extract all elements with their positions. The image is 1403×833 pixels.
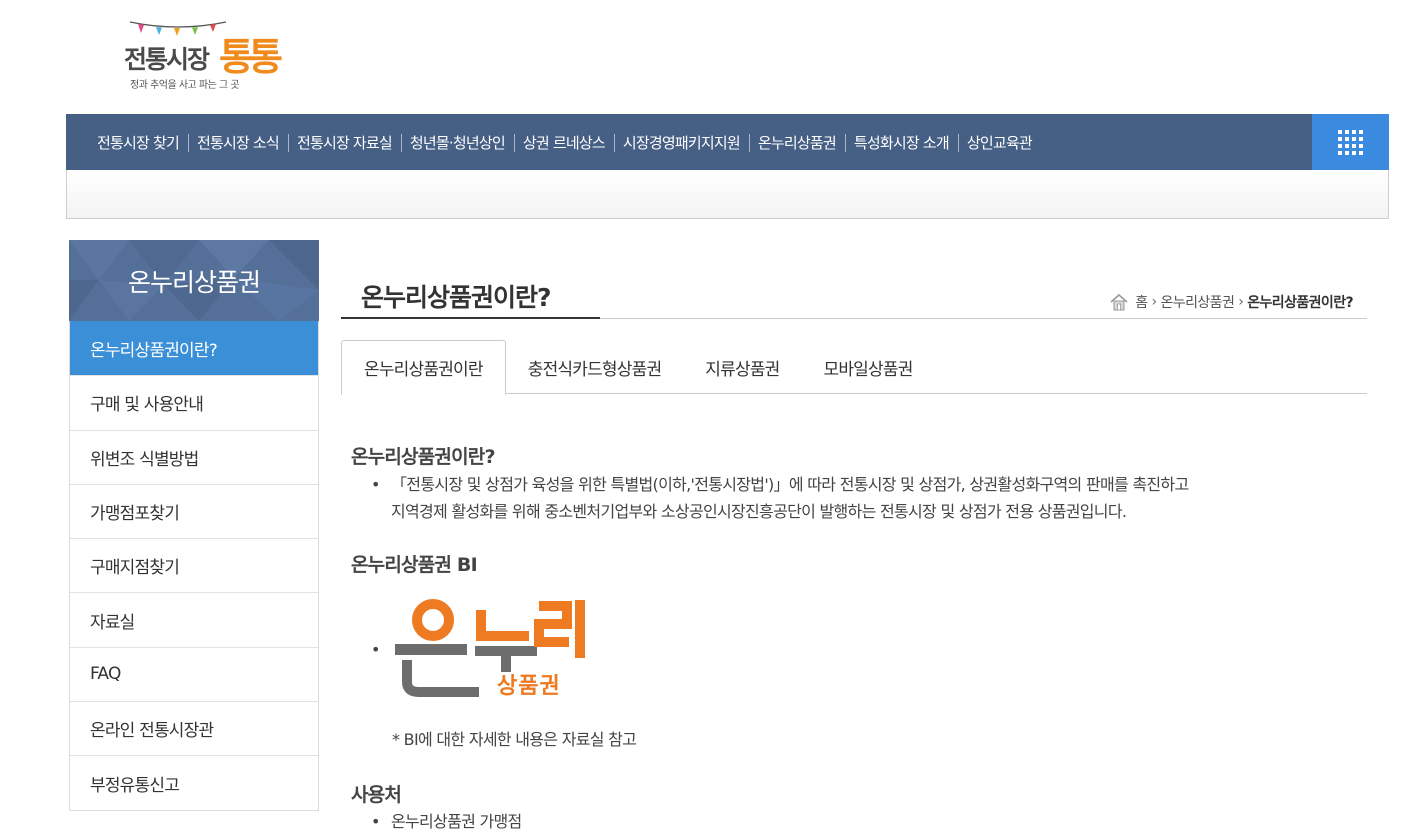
- page-title: 온누리상품권이란?: [361, 283, 552, 312]
- side-nav-item-purchase-guide[interactable]: 구매 및 사용안내: [70, 375, 318, 429]
- chevron-right-icon: ›: [1151, 294, 1158, 310]
- usage-item-text: 온누리상품권 가맹점: [391, 812, 522, 831]
- section-title-bi: 온누리상품권 BI: [351, 554, 478, 576]
- tab-about[interactable]: 온누리상품권이란: [341, 340, 506, 395]
- side-nav-item-report[interactable]: 부정유통신고: [70, 755, 318, 809]
- about-description-line2: 지역경제 활성화를 위해 중소벤처기업부와 소상공인시장진흥공단이 발행하는 전…: [391, 502, 1127, 521]
- side-nav-item-archive[interactable]: 자료실: [70, 592, 318, 646]
- grid-menu-icon: [1338, 129, 1363, 155]
- gnb-list: 전통시장 찾기 전통시장 소식 전통시장 자료실 청년몰·청년상인 상권 르네상…: [66, 114, 1389, 170]
- side-nav-header: 온누리상품권: [69, 240, 319, 321]
- chevron-right-icon: ›: [1238, 294, 1244, 310]
- about-description-line1: 「전통시장 및 상점가 육성을 위한 특별법(이하,'전통시장법')」에 따라 …: [391, 475, 1189, 494]
- section-title-usage: 사용처: [351, 784, 402, 806]
- gnb-item-market-search[interactable]: 전통시장 찾기: [88, 132, 188, 153]
- tab-mobile-voucher[interactable]: 모바일상품권: [802, 340, 935, 394]
- breadcrumb: 홈 › 온누리상품권 › 온누리상품권이란?: [1109, 292, 1354, 312]
- gnb-item-specialized-market[interactable]: 특성화시장 소개: [844, 132, 958, 153]
- logo-tagline: 정과 추억을 사고 파는 그 곳: [130, 80, 240, 91]
- breadcrumb-level1[interactable]: 온누리상품권: [1161, 292, 1235, 312]
- usage-item: 온누리상품권 가맹점: [371, 808, 522, 833]
- onnuri-logo-icon: [395, 599, 585, 697]
- bunting-icon: [129, 21, 227, 36]
- bi-logo-sub-text: 상품권: [497, 674, 561, 699]
- side-nav-item-about[interactable]: 온누리상품권이란?: [70, 321, 318, 376]
- sub-menu-bar: [66, 170, 1389, 219]
- side-nav-item-find-store[interactable]: 가맹점포찾기: [70, 483, 318, 538]
- gnb-item-management-package[interactable]: 시장경영패키지지원: [613, 132, 749, 153]
- gnb-item-market-archive[interactable]: 전통시장 자료실: [287, 132, 401, 153]
- about-description: 「전통시장 및 상점가 육성을 위한 특별법(이하,'전통시장법')」에 따라 …: [371, 471, 1189, 525]
- side-nav-item-online-market[interactable]: 온라인 전통시장관: [70, 701, 318, 755]
- section-title-about: 온누리상품권이란?: [351, 446, 495, 468]
- side-nav-item-counterfeit-check[interactable]: 위변조 식별방법: [70, 429, 318, 484]
- tab-card-voucher[interactable]: 충전식카드형상품권: [506, 340, 684, 394]
- logo-title: 전통시장: [124, 45, 210, 74]
- side-nav-title: 온누리상품권: [127, 267, 261, 297]
- global-nav: 전통시장 찾기 전통시장 소식 전통시장 자료실 청년몰·청년상인 상권 르네상…: [66, 114, 1389, 170]
- side-nav-list: 온누리상품권이란? 구매 및 사용안내 위변조 식별방법 가맹점포찾기 구매지점…: [69, 321, 319, 811]
- home-icon[interactable]: [1109, 293, 1129, 311]
- gnb-item-merchant-education[interactable]: 상인교육관: [957, 132, 1041, 153]
- site-logo[interactable]: 전통시장 통통 정과 추억을 사고 파는 그 곳: [124, 16, 284, 94]
- gnb-item-onnuri-voucher[interactable]: 온누리상품권: [748, 132, 845, 153]
- bi-note: * BI에 대한 자세한 내용은 자료실 참고: [392, 730, 637, 749]
- breadcrumb-current: 온누리상품권이란?: [1247, 295, 1353, 311]
- logo-title-accent: 통통: [219, 35, 283, 79]
- side-nav-item-faq[interactable]: FAQ: [70, 646, 318, 701]
- bi-bullet: •: [371, 640, 381, 659]
- side-nav-item-find-branch[interactable]: 구매지점찾기: [70, 538, 318, 592]
- onnuri-bi-logo: 상품권: [395, 598, 590, 702]
- title-underline: [341, 317, 600, 319]
- breadcrumb-home[interactable]: 홈: [1135, 292, 1148, 312]
- gnb-item-market-news[interactable]: 전통시장 소식: [187, 132, 288, 153]
- gnb-item-commercial-renaissance[interactable]: 상권 르네상스: [513, 132, 614, 153]
- gnb-item-youth-mall[interactable]: 청년몰·청년상인: [400, 132, 514, 153]
- side-nav: 온누리상품권 온누리상품권이란? 구매 및 사용안내 위변조 식별방법 가맹점포…: [69, 240, 319, 811]
- all-menu-button[interactable]: [1312, 114, 1389, 170]
- tab-paper-voucher[interactable]: 지류상품권: [683, 340, 801, 394]
- content-tabs: 온누리상품권이란 충전식카드형상품권 지류상품권 모바일상품권: [341, 340, 1367, 395]
